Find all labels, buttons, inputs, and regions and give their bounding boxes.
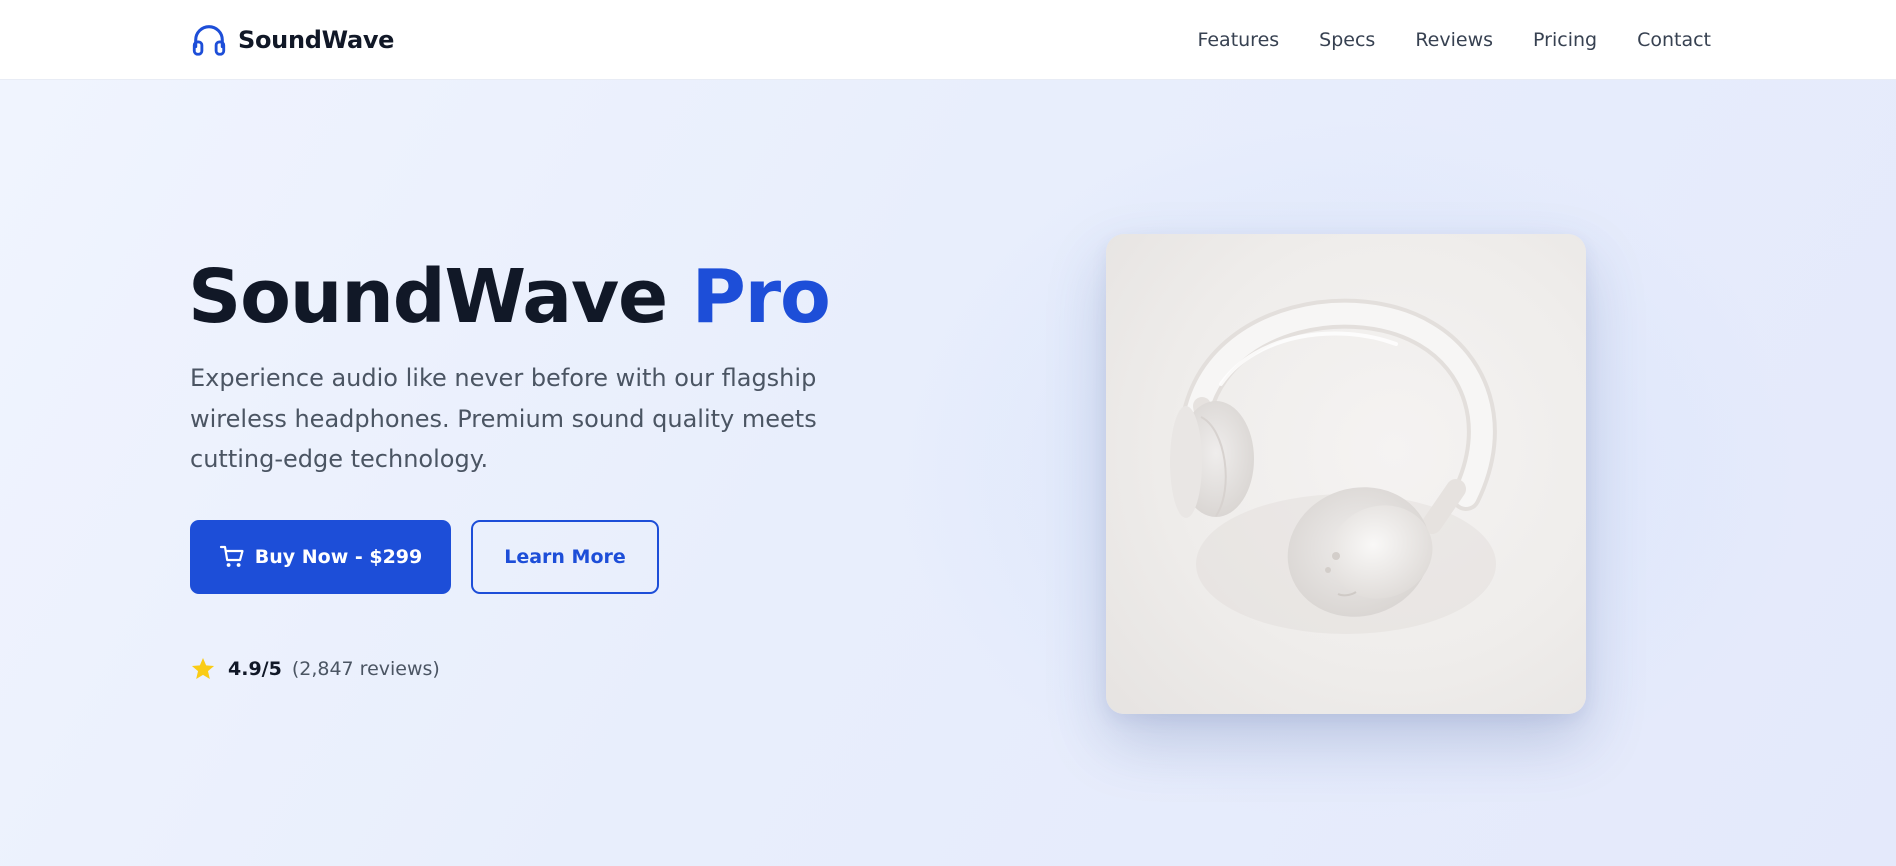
rating: 4.9/5 (2,847 reviews)	[190, 654, 440, 684]
buy-now-label: Buy Now - $299	[254, 546, 423, 568]
cart-icon	[219, 544, 245, 570]
hero-section: SoundWave Pro Experience audio like neve…	[0, 80, 1896, 866]
brand-name: SoundWave	[238, 26, 395, 54]
nav-link-features[interactable]: Features	[1197, 29, 1279, 51]
rating-score: 4.9/5	[228, 658, 282, 680]
hero-subtitle: Experience audio like never before with …	[190, 364, 817, 473]
brand-logo[interactable]: SoundWave	[190, 20, 394, 60]
hero-title-main: SoundWave	[188, 254, 668, 340]
nav-link-contact[interactable]: Contact	[1637, 29, 1711, 51]
star-icon	[190, 656, 216, 682]
headphones-image	[1170, 298, 1497, 634]
hero-title: SoundWave Pro	[188, 260, 831, 334]
navbar: SoundWave Features Specs Reviews Pricing…	[0, 0, 1896, 80]
buy-now-button[interactable]: Buy Now - $299	[190, 520, 451, 594]
nav-link-reviews[interactable]: Reviews	[1415, 29, 1493, 51]
headphones-icon	[190, 21, 228, 59]
hero-title-accent: Pro	[691, 254, 831, 340]
learn-more-button[interactable]: Learn More	[471, 520, 659, 594]
product-image-card	[1106, 234, 1586, 714]
nav-link-specs[interactable]: Specs	[1319, 29, 1375, 51]
nav-link-pricing[interactable]: Pricing	[1533, 29, 1597, 51]
rating-count: (2,847 reviews)	[291, 658, 440, 680]
nav-menu: Features Specs Reviews Pricing Contact	[1197, 0, 1711, 80]
